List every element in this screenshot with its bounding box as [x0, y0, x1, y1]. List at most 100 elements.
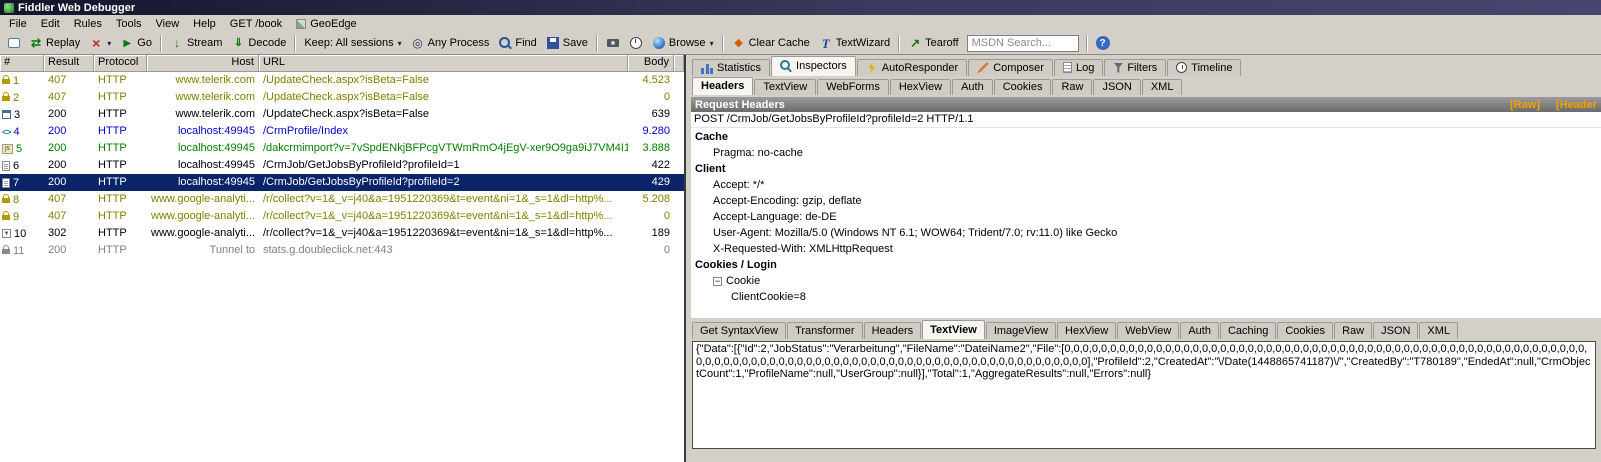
session-row-5[interactable]: 5 200 HTTP localhost:49945/dakcrmimport?v=7…	[0, 140, 684, 157]
tab-xml[interactable]: XML	[1141, 79, 1183, 95]
tab-json[interactable]: JSON	[1373, 322, 1419, 339]
response-inspector-tab-strip: Get SyntaxView Transformer Headers TextView…	[692, 320, 1459, 339]
cell-num: 2	[0, 89, 44, 106]
cell-body: 639	[651, 108, 670, 120]
tab-xml[interactable]: XML	[1419, 322, 1459, 339]
timer-button[interactable]	[625, 33, 647, 53]
column-header-protocol[interactable]: Protocol	[94, 55, 147, 72]
toolbar-label: Decode	[248, 37, 287, 49]
tab-json[interactable]: JSON	[1093, 79, 1141, 95]
browse-button[interactable]: Browse ▾	[648, 33, 718, 53]
menu-item-help[interactable]: Help	[186, 17, 223, 31]
session-row-10[interactable]: 10 302 HTTP www.google-analyti... /r/collect…	[0, 225, 684, 242]
session-row-1[interactable]: 1 407 HTTP www.telerik.com/UpdateCheck.aspx…	[0, 72, 684, 89]
tab-statistics[interactable]: Statistics	[692, 59, 771, 76]
session-row-8[interactable]: 8 407 HTTP www.google-analyti... /r/collect?…	[0, 191, 684, 208]
cell-host: localhost:49945	[177, 176, 255, 188]
tab-auth[interactable]: Auth	[1180, 322, 1219, 339]
tearoff-button[interactable]: Tearoff	[904, 33, 962, 53]
clear-cache-button[interactable]: Clear Cache	[728, 33, 814, 53]
column-header-result[interactable]: Result	[44, 55, 94, 72]
tab-transformer[interactable]: Transformer	[787, 322, 863, 339]
tab-label: Auth	[1188, 324, 1211, 337]
session-column-headers: # Result Protocol Host URL Body	[0, 55, 684, 72]
session-row-3[interactable]: 3 200 HTTP www.telerik.com/UpdateCheck.aspx…	[0, 106, 684, 123]
menu-item-rules[interactable]: Rules	[67, 17, 109, 31]
tab-composer[interactable]: Composer	[968, 59, 1053, 76]
menu-item-geoedge[interactable]: GeoEdge	[289, 17, 363, 31]
header-definitions-link[interactable]: [Header	[1556, 99, 1597, 111]
header-item-text: Pragma: no-cache	[713, 147, 803, 159]
tab-raw[interactable]: Raw	[1052, 79, 1093, 95]
toolbar-separator	[721, 34, 724, 52]
tab-cookies[interactable]: Cookies	[1277, 322, 1334, 339]
keep-sessions-button[interactable]: Keep: All sessions ▾	[300, 33, 405, 53]
tab-get-syntaxview[interactable]: Get SyntaxView	[692, 322, 787, 339]
header-item-text: User-Agent: Mozilla/5.0 (Windows NT 6.1;…	[713, 227, 1118, 239]
header-item-text: X-Requested-With: XMLHttpRequest	[713, 243, 893, 255]
raw-link[interactable]: [Raw]	[1510, 99, 1540, 111]
session-row-9[interactable]: 9 407 HTTP www.google-analyti... /r/collect?…	[0, 208, 684, 225]
tab-caching[interactable]: Caching	[1219, 322, 1277, 339]
screenshot-button[interactable]	[602, 33, 624, 53]
header-item-text: Cookie	[726, 275, 761, 287]
tab-timeline[interactable]: Timeline	[1167, 59, 1242, 76]
cell-result: 407	[48, 210, 67, 222]
help-button[interactable]	[1092, 33, 1114, 53]
session-row-2[interactable]: 2 407 HTTP www.telerik.com/UpdateCheck.aspx…	[0, 89, 684, 106]
header-item-text: Accept: */*	[713, 179, 765, 191]
tab-textview[interactable]: TextView	[754, 79, 817, 95]
textwizard-button[interactable]: TextWizard	[815, 33, 894, 53]
menu-item-tools[interactable]: Tools	[109, 17, 149, 31]
menu-item-edit[interactable]: Edit	[34, 17, 67, 31]
menu-item-file[interactable]: File	[2, 17, 34, 31]
tab-inspectors[interactable]: Inspectors	[771, 56, 856, 76]
collapse-toggle[interactable]: −	[713, 276, 722, 286]
tab-log[interactable]: Log	[1053, 59, 1104, 76]
header-item-text: ClientCookie=8	[731, 291, 806, 303]
menu-item-get-book[interactable]: GET /book	[223, 17, 289, 31]
browse-icon	[652, 36, 666, 50]
tab-headers[interactable]: Headers	[692, 77, 754, 95]
find-button[interactable]: Find	[494, 33, 540, 53]
replay-button[interactable]: Replay	[25, 33, 84, 53]
column-header-num[interactable]: #	[0, 55, 44, 72]
column-header-url[interactable]: URL	[259, 55, 628, 72]
tab-textview[interactable]: TextView	[922, 320, 985, 339]
toolbar-label: Replay	[46, 37, 81, 49]
tab-hexview[interactable]: HexView	[1057, 322, 1117, 339]
response-body[interactable]: {"Data":[{"Id":2,"JobStatus":"Verarbeitu…	[692, 341, 1596, 449]
toolbar-label: TextWizard	[835, 37, 891, 49]
tab-headers[interactable]: Headers	[863, 322, 922, 339]
tab-label: HexView	[898, 81, 943, 93]
tab-autoresponder[interactable]: AutoResponder	[856, 59, 968, 76]
column-header-host[interactable]: Host	[147, 55, 259, 72]
menu-item-view[interactable]: View	[149, 17, 187, 31]
add-comment-button[interactable]	[4, 33, 24, 53]
cell-result: 407	[48, 193, 67, 205]
session-row-7[interactable]: 7 200 HTTP localhost:49945/CrmJob/GetJobsBy…	[0, 174, 684, 191]
menu-item-label: GET /book	[229, 17, 283, 30]
tab-webforms[interactable]: WebForms	[817, 79, 889, 95]
save-button[interactable]: Save	[542, 33, 592, 53]
stream-button[interactable]: Stream	[166, 33, 226, 53]
tab-filters[interactable]: Filters	[1104, 59, 1167, 76]
msdn-search-input[interactable]	[966, 34, 1079, 52]
session-row-6[interactable]: 6 200 HTTP localhost:49945/CrmJob/GetJobsBy…	[0, 157, 684, 174]
remove-sessions-button[interactable]: ▾	[85, 33, 115, 53]
tab-webview[interactable]: WebView	[1117, 322, 1180, 339]
tab-hexview[interactable]: HexView	[889, 79, 952, 95]
code-icon	[2, 124, 11, 140]
decode-button[interactable]: Decode	[227, 33, 290, 53]
column-header-body[interactable]: Body	[628, 55, 674, 72]
tab-imageview[interactable]: ImageView	[985, 322, 1057, 339]
tab-raw[interactable]: Raw	[1334, 322, 1373, 339]
tab-cookies[interactable]: Cookies	[993, 79, 1052, 95]
session-row-11[interactable]: 11 200 HTTP Tunnel to stats.g.doubleclick.ne…	[0, 242, 684, 259]
go-button[interactable]: Go	[116, 33, 156, 53]
any-process-button[interactable]: Any Process	[407, 33, 494, 53]
cell-result: 200	[48, 108, 67, 120]
session-row-4[interactable]: 4 200 HTTP localhost:49945/CrmProfile/Index…	[0, 123, 684, 140]
tab-auth[interactable]: Auth	[952, 79, 993, 95]
cell-protocol: HTTP	[98, 210, 127, 222]
